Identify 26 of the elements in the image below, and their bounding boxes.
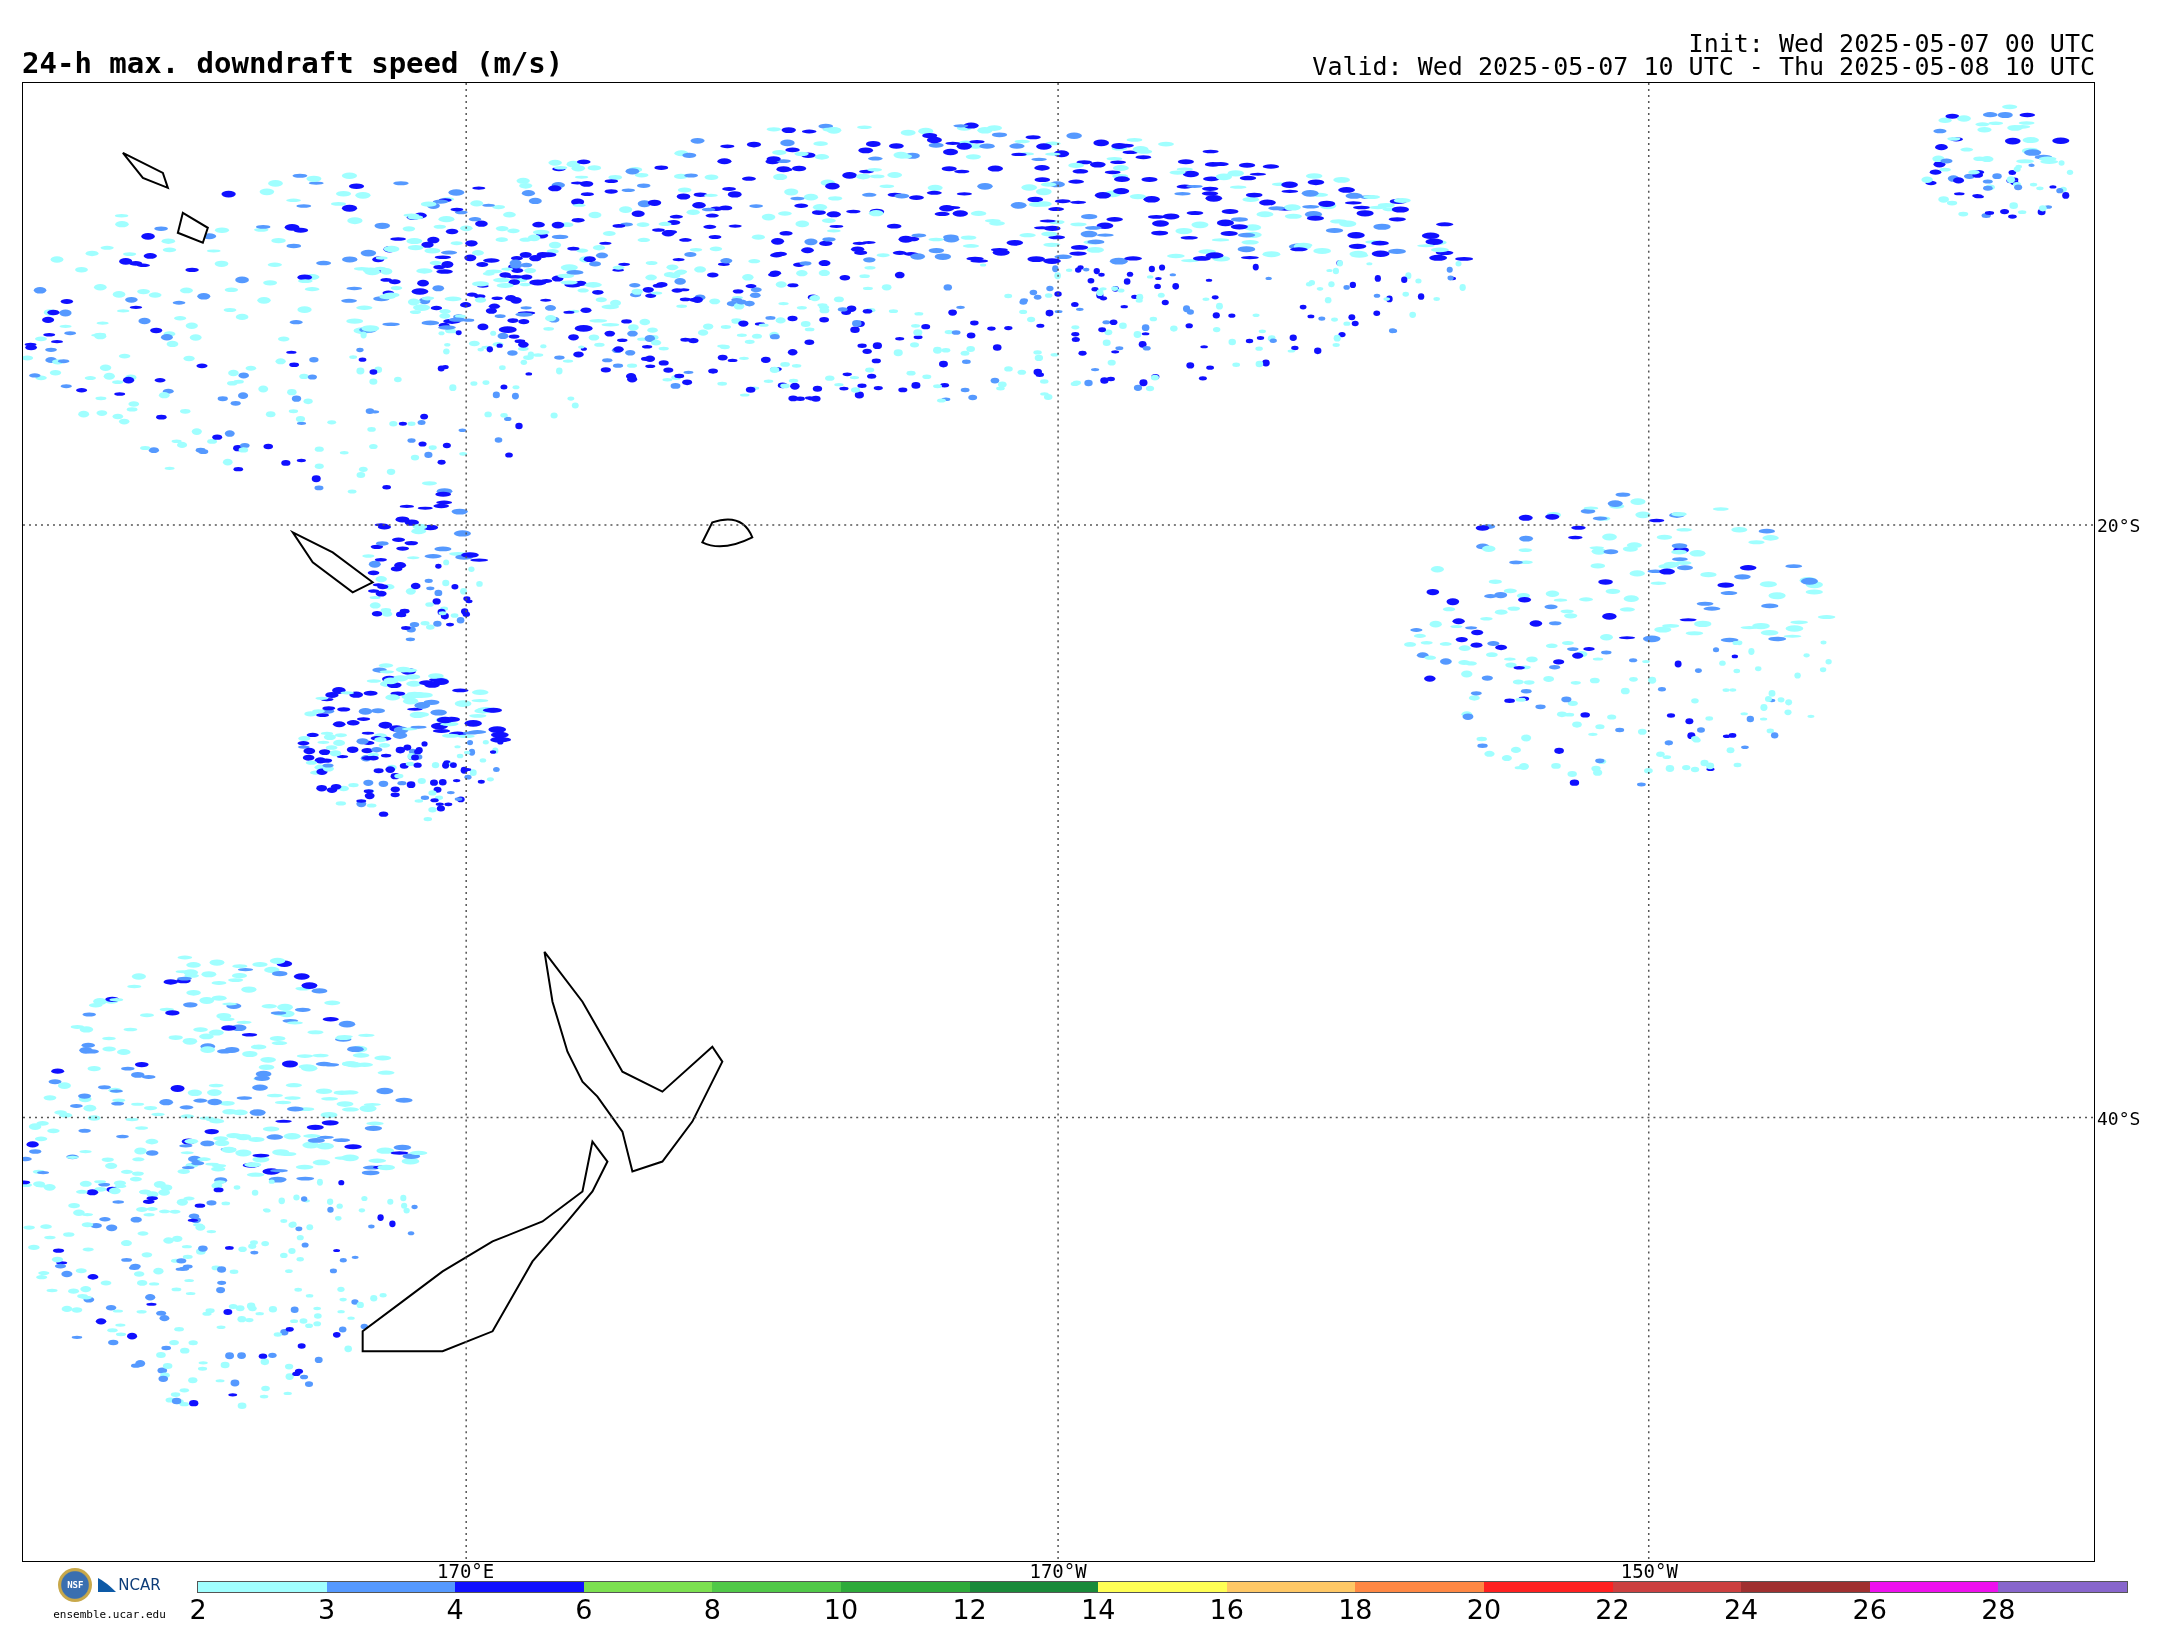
init-time: Init: Wed 2025-05-07 00 UTC: [1688, 32, 2095, 55]
scale-label: 4: [446, 1595, 464, 1625]
map-title: 24-h max. downdraft speed (m/s): [22, 49, 564, 78]
scale-label: 20: [1466, 1595, 1502, 1625]
scale-label: 14: [1081, 1595, 1116, 1625]
scale-label: 24: [1723, 1595, 1759, 1625]
latitude-label: 40°S: [2097, 1107, 2141, 1129]
scale-label: 8: [703, 1595, 721, 1625]
latitude-label: 20°S: [2097, 514, 2141, 535]
scale-label: 26: [1852, 1595, 1887, 1625]
valid-period: Valid: Wed 2025-05-07 10 UTC - Thu 2025-05-08 10 UTC: [1312, 55, 2095, 78]
scale-label: 6: [575, 1595, 593, 1625]
scale-label: 18: [1338, 1595, 1373, 1625]
nsf-seal: NSF: [58, 1568, 93, 1602]
scale-label: 3: [318, 1595, 336, 1625]
ncar-logo: NCAR: [98, 1576, 161, 1594]
scale-label: 16: [1209, 1595, 1244, 1625]
scale-label: 12: [952, 1595, 987, 1625]
scale-label: 2: [189, 1595, 207, 1625]
scale-label: 10: [823, 1595, 859, 1625]
longitude-label: 150°W: [1620, 1562, 1678, 1581]
scale-label: 22: [1595, 1595, 1630, 1625]
scale-label: 28: [1981, 1595, 2016, 1625]
longitude-label: 170°E: [437, 1562, 495, 1581]
longitude-label: 170°W: [1029, 1562, 1087, 1581]
site-url: ensemble.ucar.edu: [53, 1608, 166, 1621]
